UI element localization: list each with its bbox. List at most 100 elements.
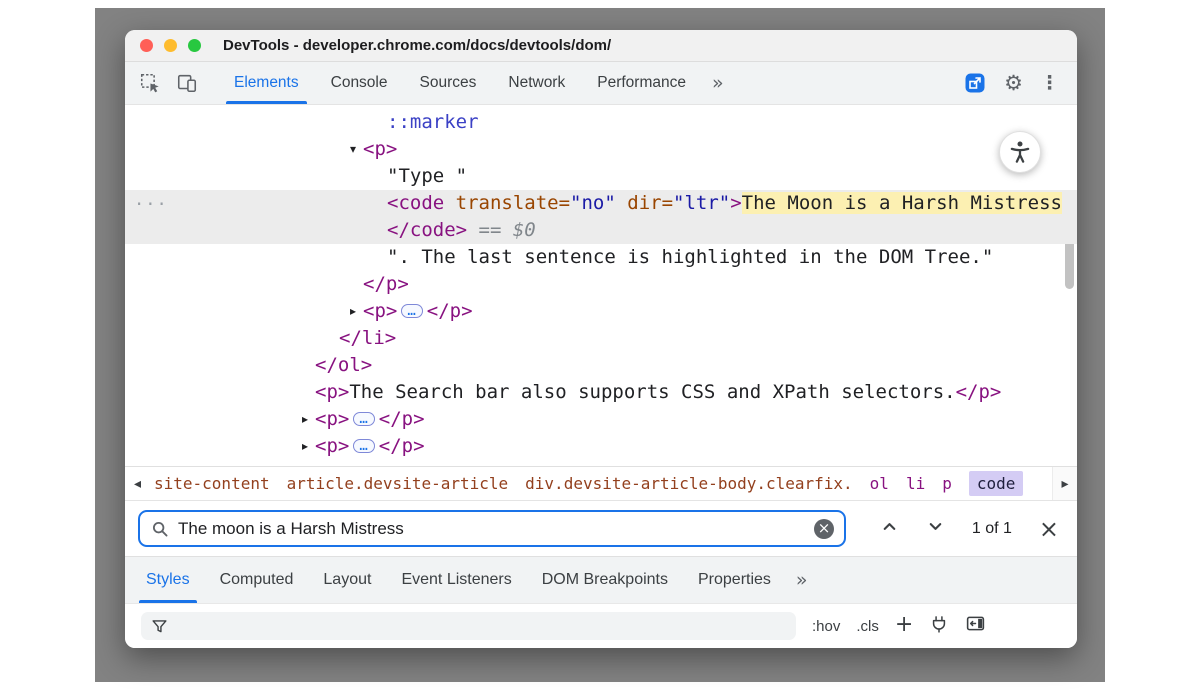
dom-node-text: <p>…</p> <box>125 300 473 322</box>
tab-elements[interactable]: Elements <box>218 62 315 104</box>
token-tag: <p> <box>315 408 349 430</box>
match-count: 1 of 1 <box>972 520 1012 538</box>
search-bar-row: × 1 of 1 × <box>125 500 1077 556</box>
row-overflow-dots[interactable]: ... <box>134 187 168 214</box>
expand-arrow-right-icon[interactable]: ▸ <box>297 433 313 460</box>
styles-filter-input[interactable] <box>141 612 796 640</box>
device-toolbar-icon[interactable] <box>176 72 198 94</box>
expand-arrow-right-icon[interactable]: ▸ <box>345 298 361 325</box>
inline-expand-button[interactable]: … <box>353 439 374 453</box>
token-meta: == $0 <box>467 219 536 241</box>
dom-tree-row[interactable]: ...<code translate="no" dir="ltr">The Mo… <box>125 190 1077 217</box>
token-tag: </li> <box>339 327 396 349</box>
more-tabs-icon[interactable]: » <box>702 62 734 104</box>
dom-tree-row[interactable]: </ol> <box>125 352 1077 379</box>
devtools-toolbar: ElementsConsoleSourcesNetworkPerformance… <box>125 62 1077 105</box>
window-title: DevTools - developer.chrome.com/docs/dev… <box>223 37 611 54</box>
token-val: "no" <box>570 192 616 214</box>
breadcrumb-item-div-devsite-article-body-clearfix-[interactable]: div.devsite-article-body.clearfix. <box>525 474 853 493</box>
tab-styles[interactable]: Styles <box>131 557 205 603</box>
tab-layout[interactable]: Layout <box>308 557 386 603</box>
token-tag: </p> <box>379 408 425 430</box>
token-val: "ltr" <box>673 192 730 214</box>
token-tag: </code> <box>387 219 467 241</box>
token-tag: <code <box>387 192 444 214</box>
tab-event-listeners[interactable]: Event Listeners <box>386 557 526 603</box>
plug-icon[interactable] <box>929 614 949 639</box>
dom-tree-row[interactable]: ▸<p>…</p> <box>125 298 1077 325</box>
breadcrumb-item-p[interactable]: p <box>942 474 952 493</box>
tab-dom-breakpoints[interactable]: DOM Breakpoints <box>527 557 683 603</box>
expand-arrow-right-icon[interactable]: ▸ <box>297 406 313 433</box>
search-box[interactable]: × <box>138 510 846 547</box>
dom-tree-row[interactable]: ▾<p> <box>125 136 1077 163</box>
element-classes-button[interactable]: .cls <box>856 618 879 635</box>
maximize-window-button[interactable] <box>188 39 201 52</box>
sidebar-tab-strip: StylesComputedLayoutEvent ListenersDOM B… <box>125 556 1077 603</box>
sidebar-toggle-icon[interactable] <box>965 613 986 639</box>
sidebar-more-tabs-icon[interactable]: » <box>786 557 818 603</box>
token-tag: </p> <box>427 300 473 322</box>
dom-tree-row[interactable]: ▸<p> … </p> <box>125 406 1077 433</box>
dom-node-text: <code translate="no" dir="ltr">The Moon … <box>125 192 1062 214</box>
chevron-down-icon <box>926 517 945 536</box>
dock-side-icon[interactable] <box>963 71 987 95</box>
styles-filter-bar: :hov .cls + <box>125 603 1077 648</box>
minimize-window-button[interactable] <box>164 39 177 52</box>
new-style-rule-button[interactable]: + <box>895 614 913 636</box>
dom-node-text: <p>The Search bar also supports CSS and … <box>125 381 1001 403</box>
settings-gear-icon[interactable]: ⚙ <box>1004 73 1023 94</box>
inspect-element-icon[interactable] <box>139 72 161 94</box>
token-attr: translate= <box>444 192 570 214</box>
breadcrumb-scroll-left-icon[interactable]: ◂ <box>125 467 150 500</box>
dom-tree-row[interactable]: ". The last sentence is highlighted in t… <box>125 244 1077 271</box>
token-tag: > <box>730 192 741 214</box>
inline-expand-button[interactable]: … <box>353 412 374 426</box>
toggle-element-state-button[interactable]: :hov <box>812 618 840 635</box>
token-pseudo: ::marker <box>387 111 479 133</box>
expand-arrow-down-icon[interactable]: ▾ <box>345 136 361 163</box>
token-text: "Type " <box>387 165 467 187</box>
breadcrumb: site-content article.devsite-article div.d… <box>150 471 1052 496</box>
breadcrumb-scroll-right-icon[interactable]: ▸ <box>1052 467 1077 500</box>
dom-node-text: ::marker <box>125 111 479 133</box>
previous-match-button[interactable] <box>880 517 899 541</box>
breadcrumb-item-ol[interactable]: ol <box>870 474 889 493</box>
tab-computed[interactable]: Computed <box>205 557 309 603</box>
tab-sources[interactable]: Sources <box>404 62 493 104</box>
dom-tree-row[interactable]: ▸<p>…</p> <box>125 433 1077 460</box>
token-text: ". The last sentence is highlighted in t… <box>387 246 993 268</box>
inline-expand-button[interactable]: … <box>401 304 422 318</box>
sidebar-tabs: StylesComputedLayoutEvent ListenersDOM B… <box>131 557 786 603</box>
dom-tree-row[interactable]: </code> == $0 <box>125 217 1077 244</box>
main-tab-strip: ElementsConsoleSourcesNetworkPerformance <box>218 62 702 104</box>
dom-tree-row[interactable]: "Type " <box>125 163 1077 190</box>
breadcrumb-item-article-devsite-article[interactable]: article.devsite-article <box>287 474 509 493</box>
close-window-button[interactable] <box>140 39 153 52</box>
search-icon <box>151 520 169 538</box>
dom-tree-row[interactable]: <p>The Search bar also supports CSS and … <box>125 379 1077 406</box>
dom-node-text: </p> <box>125 273 409 295</box>
dom-node-text: <p>…</p> <box>125 435 425 457</box>
dom-tree-row[interactable]: </li> <box>125 325 1077 352</box>
title-bar: DevTools - developer.chrome.com/docs/dev… <box>125 30 1077 62</box>
dom-node-text: </code> == $0 <box>125 219 536 241</box>
tab-console[interactable]: Console <box>315 62 404 104</box>
search-input[interactable] <box>178 519 805 539</box>
dom-node-text: </li> <box>125 327 396 349</box>
dom-node-text: ". The last sentence is highlighted in t… <box>125 246 993 268</box>
breadcrumb-item-code[interactable]: code <box>969 471 1024 496</box>
dom-tree-row[interactable]: </p> <box>125 271 1077 298</box>
clear-search-icon[interactable]: × <box>814 519 834 539</box>
tab-network[interactable]: Network <box>492 62 581 104</box>
next-match-button[interactable] <box>926 517 945 541</box>
tab-performance[interactable]: Performance <box>581 62 702 104</box>
token-tag: </p> <box>363 273 409 295</box>
close-search-icon[interactable]: × <box>1039 517 1059 541</box>
breadcrumb-item-site-content[interactable]: site-content <box>154 474 270 493</box>
more-options-icon[interactable]: ⋮ <box>1040 74 1059 93</box>
tab-properties[interactable]: Properties <box>683 557 786 603</box>
dom-tree-row[interactable]: ::marker <box>125 109 1077 136</box>
token-hl: The Moon is a Harsh Mistress <box>742 192 1062 214</box>
breadcrumb-item-li[interactable]: li <box>906 474 925 493</box>
